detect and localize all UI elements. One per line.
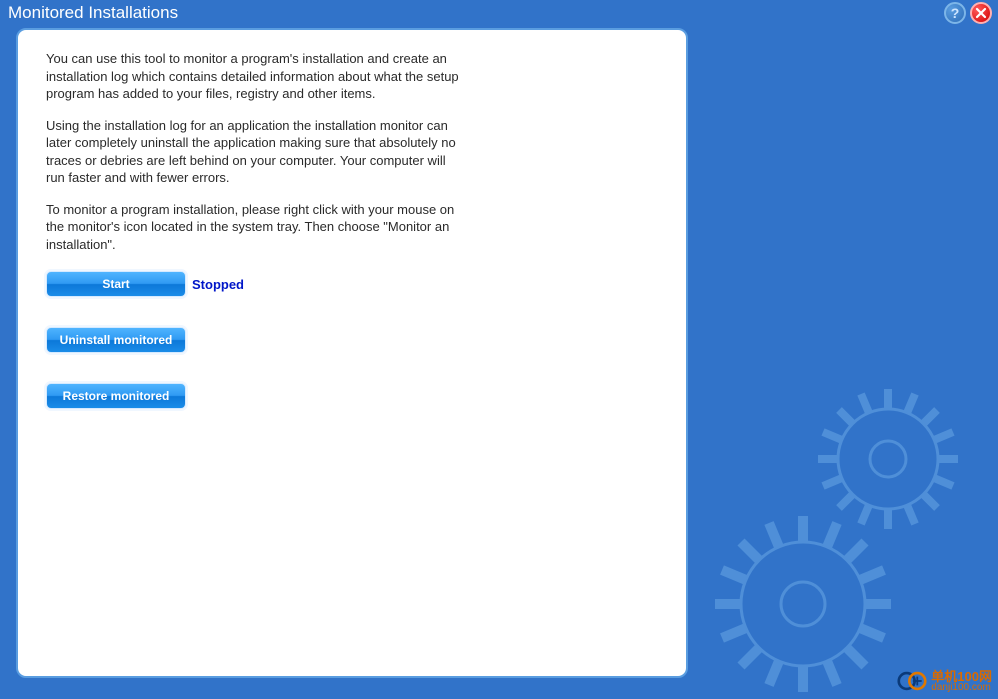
help-button[interactable]: ? [944,2,966,24]
watermark-line2: danji100.com [931,683,992,693]
uninstall-monitored-button[interactable]: Uninstall monitored [46,327,186,353]
title-bar: Monitored Installations ? [0,0,998,26]
window-title: Monitored Installations [8,3,178,23]
start-button[interactable]: Start [46,271,186,297]
header-controls: ? [944,2,992,24]
intro-paragraph-1: You can use this tool to monitor a progr… [46,50,466,103]
watermark-line1: 单机100网 [931,670,992,683]
restore-row: Restore monitored [46,383,658,421]
watermark: 单机100网 danji100.com [897,669,992,693]
close-button[interactable] [970,2,992,24]
watermark-logo-icon [897,669,927,693]
close-icon [975,7,987,19]
restore-monitored-button[interactable]: Restore monitored [46,383,186,409]
start-row: Start Stopped [46,271,658,309]
monitor-status: Stopped [192,277,244,292]
help-icon: ? [951,5,960,21]
content-panel: You can use this tool to monitor a progr… [16,28,688,678]
gears-decoration [708,369,998,699]
intro-paragraph-2: Using the installation log for an applic… [46,117,466,187]
watermark-text: 单机100网 danji100.com [931,670,992,693]
intro-paragraph-3: To monitor a program installation, pleas… [46,201,466,254]
uninstall-row: Uninstall monitored [46,327,658,365]
